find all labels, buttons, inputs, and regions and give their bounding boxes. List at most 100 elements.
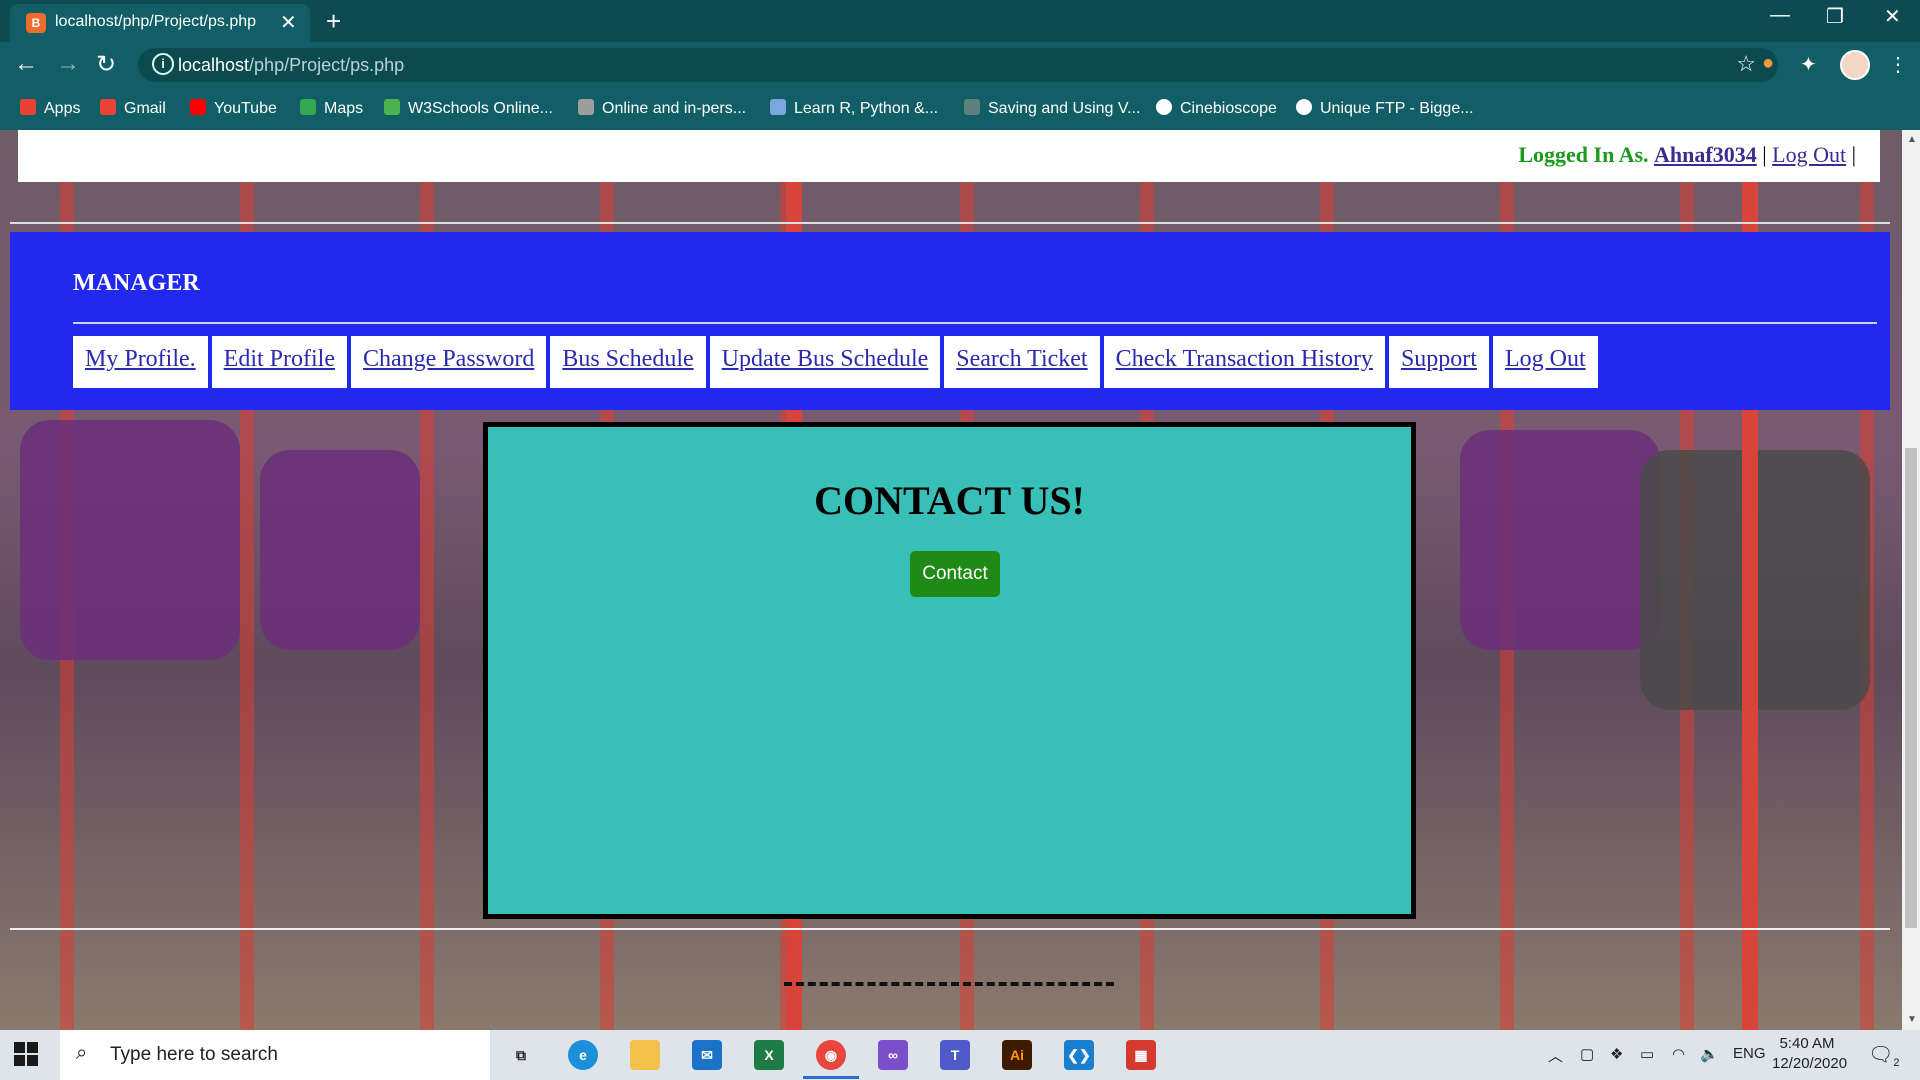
clock-date: 12/20/2020 — [1772, 1055, 1848, 1072]
bookmark-uniqueftp[interactable]: Unique FTP - Bigge... — [1296, 99, 1474, 118]
youtube-icon — [190, 99, 206, 115]
divider — [73, 322, 1877, 324]
contact-title: CONTACT US! — [814, 478, 1085, 523]
wifi-icon[interactable]: ◠ — [1672, 1045, 1685, 1063]
excel-icon[interactable]: X — [754, 1040, 784, 1070]
gmail-icon — [100, 99, 116, 115]
globe-icon — [1156, 99, 1172, 115]
separator: | — [1762, 142, 1767, 167]
active-app-indicator — [803, 1076, 859, 1079]
scroll-down-icon[interactable]: ▼ — [1907, 1014, 1917, 1025]
manager-menu: My Profile. Edit Profile Change Password… — [73, 336, 1598, 388]
windows-start-icon[interactable] — [14, 1042, 38, 1066]
windows-taskbar: ⌕ Type here to search ⧉ e ✉ X ◉ ∞ T Ai ❮… — [0, 1030, 1920, 1080]
language-indicator[interactable]: ENG — [1733, 1045, 1766, 1062]
globe-icon — [1296, 99, 1312, 115]
browser-tab[interactable]: B localhost/php/Project/ps.php ✕ — [10, 4, 310, 42]
mail-icon[interactable]: ✉ — [692, 1040, 722, 1070]
menu-log-out[interactable]: Log Out — [1492, 336, 1598, 388]
clock-time: 5:40 AM — [1779, 1035, 1835, 1052]
page-scrollbar[interactable]: ▲ ▼ — [1902, 130, 1920, 1030]
illustrator-icon[interactable]: Ai — [1002, 1040, 1032, 1070]
separator: | — [1851, 142, 1856, 167]
manager-panel: MANAGER My Profile. Edit Profile Change … — [10, 232, 1890, 410]
menu-search-ticket[interactable]: Search Ticket — [944, 336, 1100, 388]
bg-seat — [260, 450, 420, 650]
site-info-icon[interactable]: i — [152, 53, 174, 75]
login-status: Logged In As. Ahnaf3034 | Log Out | — [1518, 142, 1856, 168]
shield-icon — [770, 99, 786, 115]
chrome-icon[interactable]: ◉ — [816, 1040, 846, 1070]
bookmark-gmail[interactable]: Gmail — [100, 99, 166, 118]
tray-device-icon[interactable]: ▢ — [1580, 1045, 1594, 1063]
tab-close-icon[interactable]: ✕ — [280, 10, 297, 35]
taskbar-search-field[interactable]: ⌕ Type here to search — [60, 1030, 490, 1080]
winrar-icon[interactable]: ▦ — [1126, 1040, 1156, 1070]
bookmark-learn[interactable]: Learn R, Python &... — [770, 99, 938, 118]
page-viewport: Logged In As. Ahnaf3034 | Log Out | MANA… — [0, 130, 1902, 1030]
divider — [10, 928, 1890, 930]
forward-arrow-icon[interactable]: → — [56, 50, 80, 78]
menu-check-transaction-history[interactable]: Check Transaction History — [1103, 336, 1385, 388]
bookmark-w3schools[interactable]: W3Schools Online... — [384, 99, 553, 118]
restore-icon[interactable]: ❐ — [1826, 4, 1844, 29]
new-tab-icon[interactable]: + — [326, 6, 341, 37]
taskbar-clock[interactable]: 5:40 AM 12/20/2020 — [1772, 1034, 1848, 1074]
contact-button[interactable]: Contact — [910, 551, 1000, 597]
divider — [10, 222, 1890, 224]
window-close-icon[interactable]: ✕ — [1884, 4, 1901, 29]
tab-title: localhost/php/Project/ps.php — [55, 13, 257, 30]
site-favicon-icon: B — [26, 13, 46, 33]
feather-icon — [964, 99, 980, 115]
username-link[interactable]: Ahnaf3034 — [1654, 142, 1757, 167]
apps-grid-icon — [20, 99, 36, 115]
bookmark-saving[interactable]: Saving and Using V... — [964, 99, 1140, 118]
address-bar-row: ← → ↻ i localhost/php/Project/ps.php ☆ ●… — [0, 42, 1920, 88]
reload-icon[interactable]: ↻ — [96, 50, 116, 79]
edge-icon[interactable]: e — [568, 1040, 598, 1070]
notification-center-icon[interactable]: 🗨2 — [1868, 1042, 1900, 1069]
menu-change-password[interactable]: Change Password — [351, 336, 547, 388]
teams-icon[interactable]: T — [940, 1040, 970, 1070]
browser-menu-icon[interactable]: ⋮ — [1888, 52, 1908, 77]
browser-tab-strip: B localhost/php/Project/ps.php ✕ + — ❐ ✕ — [0, 0, 1920, 42]
menu-update-bus-schedule[interactable]: Update Bus Schedule — [709, 336, 941, 388]
profile-avatar[interactable] — [1840, 50, 1870, 80]
dashed-divider — [784, 982, 1114, 986]
tray-chevron-icon[interactable]: ︿ — [1548, 1045, 1563, 1066]
scrollbar-thumb[interactable] — [1905, 448, 1917, 928]
bookmark-apps[interactable]: Apps — [20, 99, 80, 118]
notification-count: 2 — [1893, 1057, 1900, 1069]
extension-fire-icon[interactable]: ● — [1762, 52, 1774, 75]
menu-bus-schedule[interactable]: Bus Schedule — [550, 336, 706, 388]
dropbox-icon[interactable]: ❖ — [1610, 1045, 1623, 1063]
vscode-icon[interactable]: ❮❯ — [1064, 1040, 1094, 1070]
volume-icon[interactable]: 🔈 — [1700, 1045, 1719, 1063]
bookmark-online[interactable]: Online and in-pers... — [578, 99, 746, 118]
extensions-puzzle-icon[interactable]: ✦ — [1800, 52, 1817, 77]
bg-seat — [1460, 430, 1660, 650]
scroll-up-icon[interactable]: ▲ — [1907, 134, 1917, 145]
online-icon — [578, 99, 594, 115]
w3schools-icon — [384, 99, 400, 115]
bg-seat — [20, 420, 240, 660]
menu-my-profile[interactable]: My Profile. — [73, 336, 208, 388]
bookmarks-bar: Apps Gmail YouTube Maps W3Schools Online… — [0, 88, 1920, 130]
bookmark-cinebioscope[interactable]: Cinebioscope — [1156, 99, 1277, 118]
visual-studio-icon[interactable]: ∞ — [878, 1040, 908, 1070]
bookmark-star-icon[interactable]: ☆ — [1736, 51, 1756, 77]
url-field[interactable]: i localhost/php/Project/ps.php ☆ — [138, 48, 1778, 82]
menu-edit-profile[interactable]: Edit Profile — [211, 336, 347, 388]
task-view-icon[interactable]: ⧉ — [506, 1040, 536, 1070]
menu-support[interactable]: Support — [1388, 336, 1489, 388]
manager-heading: MANAGER — [73, 270, 200, 296]
logged-in-label: Logged In As. — [1518, 142, 1649, 167]
back-arrow-icon[interactable]: ← — [14, 50, 38, 78]
contact-panel: CONTACT US! Contact — [483, 422, 1416, 919]
header-logout-link[interactable]: Log Out — [1772, 142, 1846, 167]
bookmark-youtube[interactable]: YouTube — [190, 99, 277, 118]
battery-icon[interactable]: ▭ — [1640, 1045, 1654, 1063]
bookmark-maps[interactable]: Maps — [300, 99, 363, 118]
minimize-icon[interactable]: — — [1770, 4, 1790, 27]
file-explorer-icon[interactable] — [630, 1040, 660, 1070]
